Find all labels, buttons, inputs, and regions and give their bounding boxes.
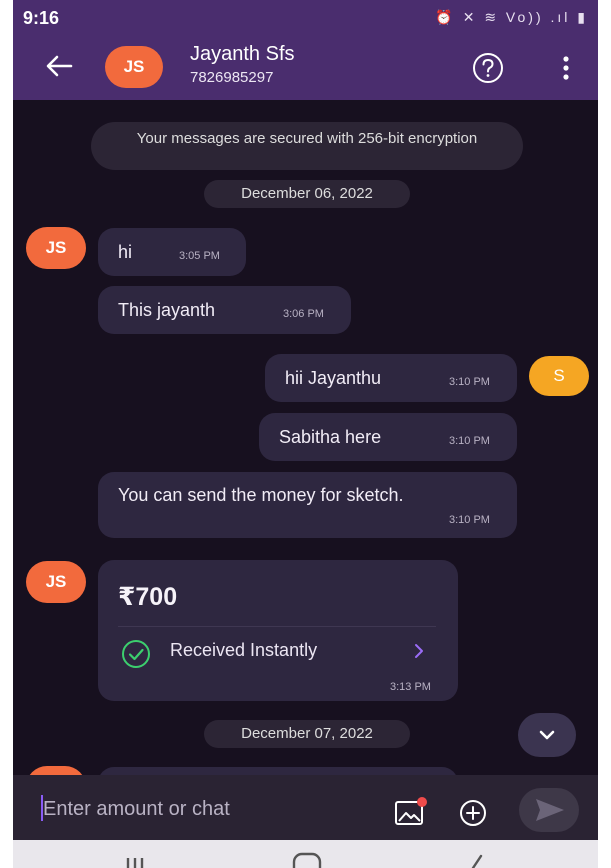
send-icon bbox=[536, 799, 564, 821]
contact-avatar[interactable]: JS bbox=[105, 46, 163, 88]
chevron-down-icon bbox=[539, 730, 555, 740]
message-time: 3:10 PM bbox=[449, 514, 490, 526]
send-button[interactable] bbox=[519, 788, 579, 832]
chat-input[interactable] bbox=[41, 793, 375, 825]
system-nav-bar bbox=[13, 840, 598, 868]
message-text: You can send the money for sketch. bbox=[118, 485, 404, 505]
encryption-notice: Your messages are secured with 256-bit e… bbox=[91, 122, 523, 170]
contact-phone: 7826985297 bbox=[190, 69, 274, 86]
chevron-right-icon[interactable] bbox=[410, 640, 428, 662]
status-bar: 9:16 ⏰ ✕ ≋ Vo)) .ıl ▮ bbox=[13, 0, 598, 34]
message-bubble-sent[interactable]: hii Jayanthu 3:10 PM bbox=[265, 354, 517, 402]
help-button[interactable] bbox=[471, 51, 505, 85]
status-icons: ⏰ ✕ ≋ Vo)) .ıl ▮ bbox=[435, 9, 588, 25]
chat-screen: 9:16 ⏰ ✕ ≋ Vo)) .ıl ▮ JS Jayanth Sfs 782… bbox=[13, 0, 598, 868]
payment-amount: ₹700 bbox=[118, 583, 178, 611]
sender-avatar[interactable]: JS bbox=[26, 561, 86, 603]
check-circle-icon bbox=[122, 640, 150, 668]
back-nav-icon[interactable] bbox=[461, 848, 491, 868]
question-circle-icon bbox=[473, 53, 503, 83]
back-button[interactable] bbox=[39, 48, 79, 84]
message-bubble-received[interactable]: This jayanth 3:06 PM bbox=[98, 286, 351, 334]
message-bubble-received[interactable]: hi 3:05 PM bbox=[98, 228, 246, 276]
contact-name[interactable]: Jayanth Sfs bbox=[190, 43, 295, 66]
payment-divider bbox=[118, 626, 436, 627]
attach-image-button[interactable] bbox=[394, 796, 428, 826]
plus-circle-icon bbox=[460, 800, 486, 826]
recents-icon[interactable] bbox=[120, 848, 150, 868]
image-icon bbox=[395, 797, 427, 825]
chat-header: JS Jayanth Sfs 7826985297 bbox=[13, 34, 598, 100]
message-composer bbox=[13, 775, 598, 840]
date-separator: December 07, 2022 bbox=[204, 720, 410, 748]
more-options-button[interactable] bbox=[553, 52, 579, 84]
message-text: Sabitha here bbox=[279, 427, 382, 447]
arrow-left-icon bbox=[46, 55, 73, 77]
message-time: 3:06 PM bbox=[283, 308, 324, 320]
message-text: This jayanth bbox=[118, 300, 216, 320]
message-text: hii Jayanthu bbox=[285, 368, 382, 388]
payment-time: 3:13 PM bbox=[390, 681, 431, 693]
add-button[interactable] bbox=[457, 797, 489, 829]
message-time: 3:05 PM bbox=[179, 250, 220, 262]
more-vertical-icon bbox=[563, 56, 569, 80]
scroll-to-bottom-button[interactable] bbox=[518, 713, 576, 757]
payment-card[interactable]: ₹700 Received Instantly 3:13 PM bbox=[98, 560, 458, 701]
date-label: December 06, 2022 bbox=[241, 185, 373, 202]
message-time: 3:10 PM bbox=[449, 376, 490, 388]
message-bubble-sent[interactable]: You can send the money for sketch. 3:10 … bbox=[98, 472, 517, 538]
message-bubble-sent[interactable]: Sabitha here 3:10 PM bbox=[259, 413, 517, 461]
message-time: 3:10 PM bbox=[449, 435, 490, 447]
text-cursor bbox=[41, 795, 43, 821]
date-separator: December 06, 2022 bbox=[204, 180, 410, 208]
home-icon[interactable] bbox=[289, 848, 325, 868]
my-avatar[interactable]: S bbox=[529, 356, 589, 396]
date-label: December 07, 2022 bbox=[241, 725, 373, 742]
payment-status: Received Instantly bbox=[170, 640, 318, 660]
message-text: hi bbox=[118, 242, 133, 262]
status-time: 9:16 bbox=[23, 8, 60, 28]
encryption-notice-text: Your messages are secured with 256-bit e… bbox=[136, 130, 478, 147]
sender-avatar[interactable]: JS bbox=[26, 227, 86, 269]
